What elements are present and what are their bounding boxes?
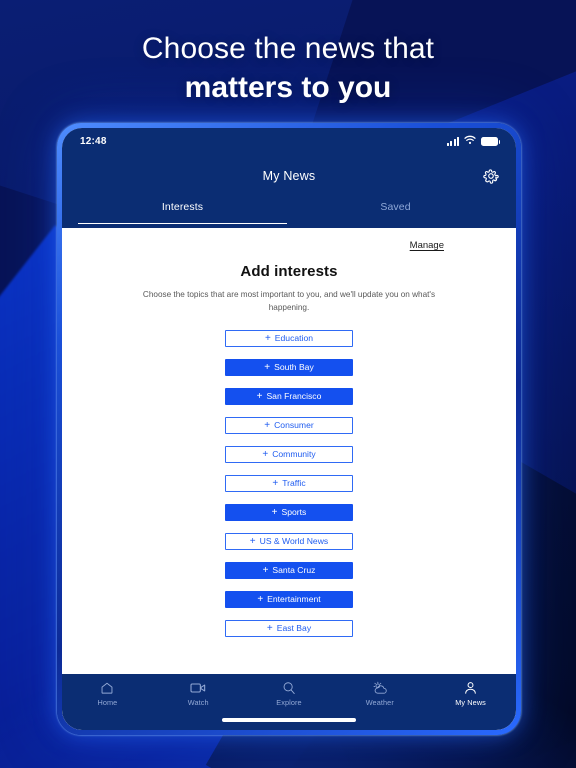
nav-item-weather[interactable]: Weather	[334, 681, 425, 730]
content-area: Manage Add interests Choose the topics t…	[62, 228, 516, 730]
plus-icon: +	[264, 361, 271, 373]
tab-active-underline	[78, 222, 287, 224]
interest-chip-label: Consumer	[274, 420, 314, 431]
interest-chip-education[interactable]: + Education	[225, 330, 353, 347]
nav-item-watch-label: Watch	[187, 698, 209, 707]
interest-chip-san-francisco[interactable]: + San Francisco	[225, 388, 353, 405]
person-icon	[464, 681, 477, 695]
interest-chip-consumer[interactable]: + Consumer	[225, 417, 353, 434]
interest-chip-sports[interactable]: + Sports	[225, 504, 353, 521]
plus-icon: +	[256, 390, 263, 402]
interest-chip-label: South Bay	[274, 362, 314, 373]
tablet-device-frame: 12:48 My News Interests Saved Manage Add…	[57, 123, 521, 735]
status-bar-time: 12:48	[80, 135, 107, 147]
tab-saved-label: Saved	[380, 201, 411, 213]
interest-chip-label: Community	[272, 449, 316, 460]
manage-link[interactable]: Manage	[410, 240, 444, 251]
wifi-icon	[464, 132, 476, 150]
nav-item-my-news[interactable]: My News	[425, 681, 516, 730]
page-title: My News	[262, 169, 316, 183]
weather-icon	[372, 681, 388, 695]
plus-icon: +	[257, 593, 264, 605]
cellular-bars-icon	[446, 136, 459, 146]
plus-icon: +	[266, 622, 273, 634]
interest-chip-santa-cruz[interactable]: + Santa Cruz	[225, 562, 353, 579]
manage-row: Manage	[62, 228, 516, 251]
interest-chip-label: Sports	[281, 507, 307, 518]
nav-item-home-label: Home	[97, 698, 118, 707]
home-icon	[100, 681, 114, 695]
interest-chip-entertainment[interactable]: + Entertainment	[225, 591, 353, 608]
app-header: My News	[62, 154, 516, 198]
plus-icon: +	[249, 535, 256, 547]
status-bar-icons	[446, 132, 500, 150]
add-interests-description: Choose the topics that are most importan…	[142, 290, 436, 312]
battery-icon	[481, 136, 500, 146]
promo-headline-line1: Choose the news that	[141, 32, 435, 65]
nav-item-explore-label: Explore	[276, 698, 302, 707]
plus-icon: +	[264, 332, 271, 344]
promo-headline-line2: matters to you	[184, 71, 392, 104]
plus-icon: +	[262, 564, 269, 576]
home-indicator[interactable]	[222, 718, 356, 722]
interest-chip-label: Santa Cruz	[272, 565, 316, 576]
nav-item-home[interactable]: Home	[62, 681, 153, 730]
tab-interests-label: Interests	[161, 201, 204, 213]
tablet-screen: 12:48 My News Interests Saved Manage Add…	[62, 128, 516, 730]
interest-chip-label: Education	[274, 333, 314, 344]
interest-chip-us-world-news[interactable]: + US & World News	[225, 533, 353, 550]
interest-chip-label: East Bay	[276, 623, 312, 634]
gear-icon[interactable]	[482, 167, 500, 185]
interest-chip-label: San Francisco	[266, 391, 322, 402]
promo-stage: Choose the news that matters to you 12:4…	[0, 0, 576, 768]
video-icon	[190, 681, 206, 695]
plus-icon: +	[264, 419, 271, 431]
nav-item-my-news-label: My News	[455, 698, 486, 707]
interest-chip-south-bay[interactable]: + South Bay	[225, 359, 353, 376]
interest-chip-east-bay[interactable]: + East Bay	[225, 620, 353, 637]
nav-item-watch[interactable]: Watch	[153, 681, 244, 730]
nav-item-explore[interactable]: Explore	[244, 681, 335, 730]
interest-chip-label: Traffic	[282, 478, 306, 489]
plus-icon: +	[262, 448, 269, 460]
interest-chip-list: + Education + South Bay + San Francisco …	[62, 330, 516, 637]
plus-icon: +	[272, 477, 279, 489]
promo-headline: Choose the news that matters to you	[0, 30, 576, 108]
add-interests-title: Add interests	[240, 263, 338, 280]
interest-chip-label: US & World News	[259, 536, 329, 547]
nav-item-weather-label: Weather	[365, 698, 394, 707]
search-icon	[282, 681, 296, 695]
plus-icon: +	[271, 506, 278, 518]
status-bar: 12:48	[62, 128, 516, 154]
interest-chip-traffic[interactable]: + Traffic	[225, 475, 353, 492]
interest-chip-community[interactable]: + Community	[225, 446, 353, 463]
tab-bar: Interests Saved	[62, 198, 516, 228]
tab-saved[interactable]: Saved	[289, 198, 502, 228]
interest-chip-label: Entertainment	[267, 594, 321, 605]
tab-interests[interactable]: Interests	[76, 198, 289, 228]
